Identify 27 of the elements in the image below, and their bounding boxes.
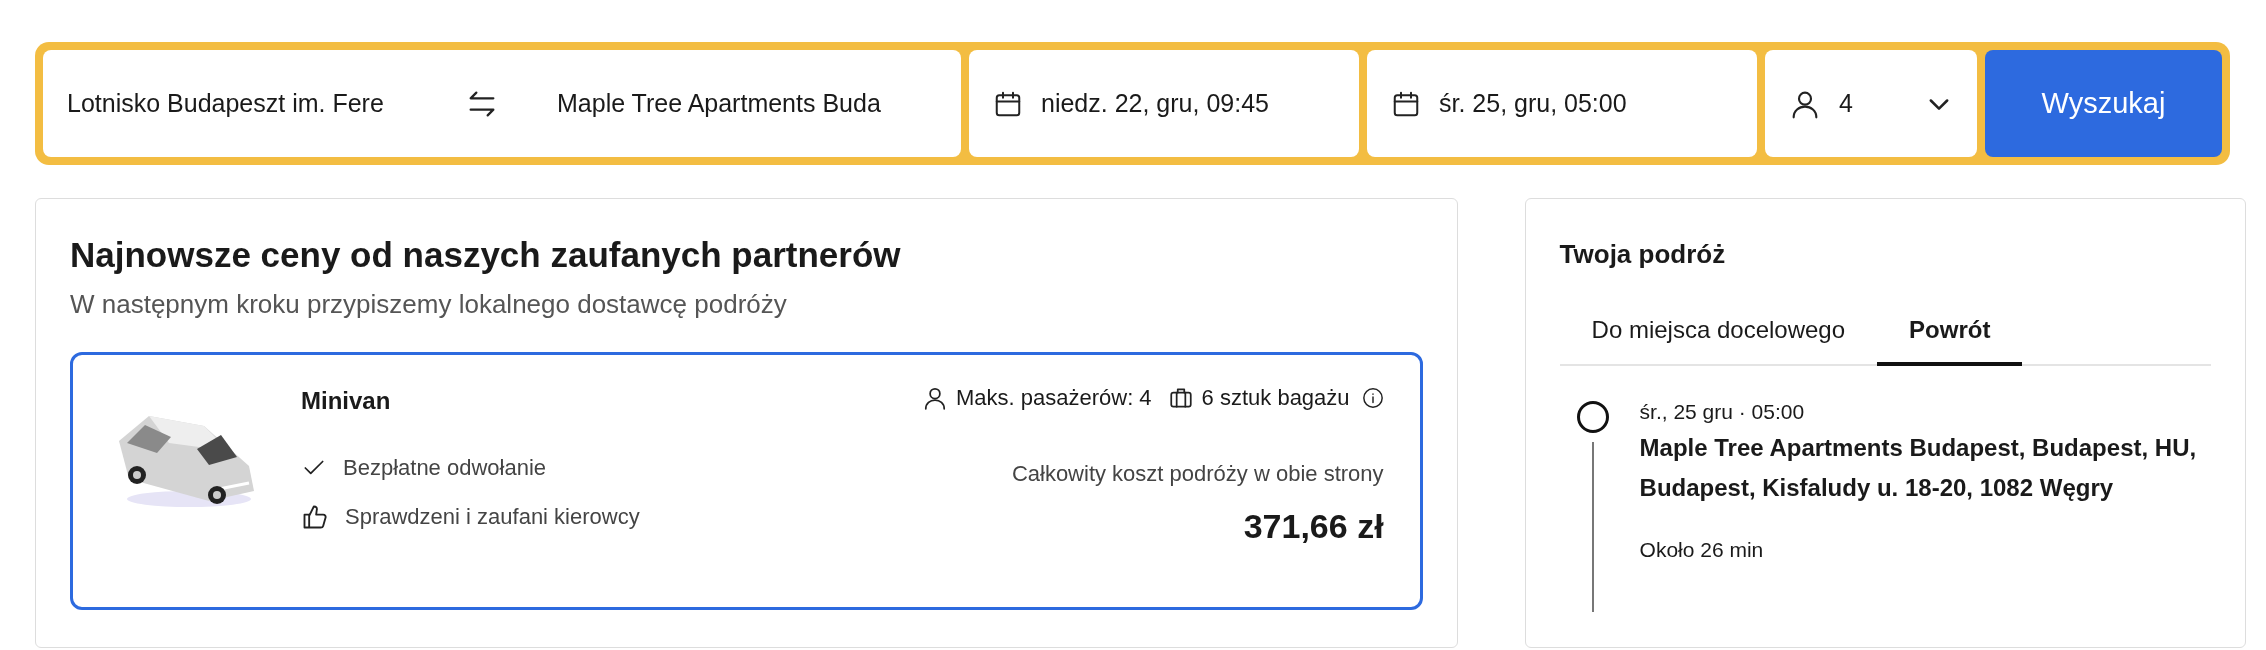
stop-time: śr., 25 gru · 05:00 [1639, 400, 1806, 424]
trip-tab[interactable]: Do miejsca docelowego [1559, 304, 1878, 366]
max-passengers: Maks. pasażerów: 4 [955, 385, 1152, 411]
trip-title: Twoja podróż [1559, 239, 1727, 270]
suitcase-icon [1167, 385, 1194, 411]
passengers-dropdown[interactable]: 4 [1765, 50, 1977, 157]
feature-text: Bezpłatne odwołanie [343, 455, 547, 481]
pickup-location: Lotnisko Budapeszt im. Fere [67, 89, 385, 118]
return-date-field[interactable]: śr. 25, gru, 05:00 [1367, 50, 1757, 157]
outbound-date-field[interactable]: niedz. 22, gru, 09:45 [969, 50, 1359, 157]
stop-address: Maple Tree Apartments Budapest, Budapest, HU, Budapest, Kisfaludy u. 18-20, 1082 Węgry [1639, 433, 2198, 503]
trip-tab[interactable]: Powrót [1877, 304, 2023, 366]
trip-duration: Około 26 min [1639, 538, 1765, 562]
dropoff-location: Maple Tree Apartments Buda [557, 89, 881, 118]
vehicle-type: Minivan [301, 387, 392, 415]
search-button[interactable]: Wyszukaj [1985, 50, 2222, 157]
route-field[interactable]: Lotnisko Budapeszt im. Fere Maple Tree Apartments Buda [43, 50, 961, 157]
stop-circle-icon [1575, 400, 1610, 434]
offer-card[interactable]: Minivan Bezpłatne odwołanie Sprawdzeni i zaufani kierowcy Maks. pasażerów: 4 6 sztuk bagażu Całkowity koszt podróży w obie strony 371,66 zł [70, 352, 1423, 610]
price-label: Całkowity koszt podróży w obie strony [1011, 461, 1384, 487]
info-icon[interactable] [1361, 387, 1384, 409]
price: 371,66 zł [1243, 507, 1384, 546]
feature-text: Sprawdzeni i zaufani kierowcy [345, 504, 640, 530]
luggage-count: 6 sztuk bagażu [1201, 385, 1350, 411]
thumbs-up-icon [301, 503, 329, 531]
offers-subtitle: W następnym kroku przypiszemy lokalnego dostawcę podróży [70, 289, 788, 320]
offers-title: Najnowsze ceny od naszych zaufanych partnerów [70, 235, 902, 275]
